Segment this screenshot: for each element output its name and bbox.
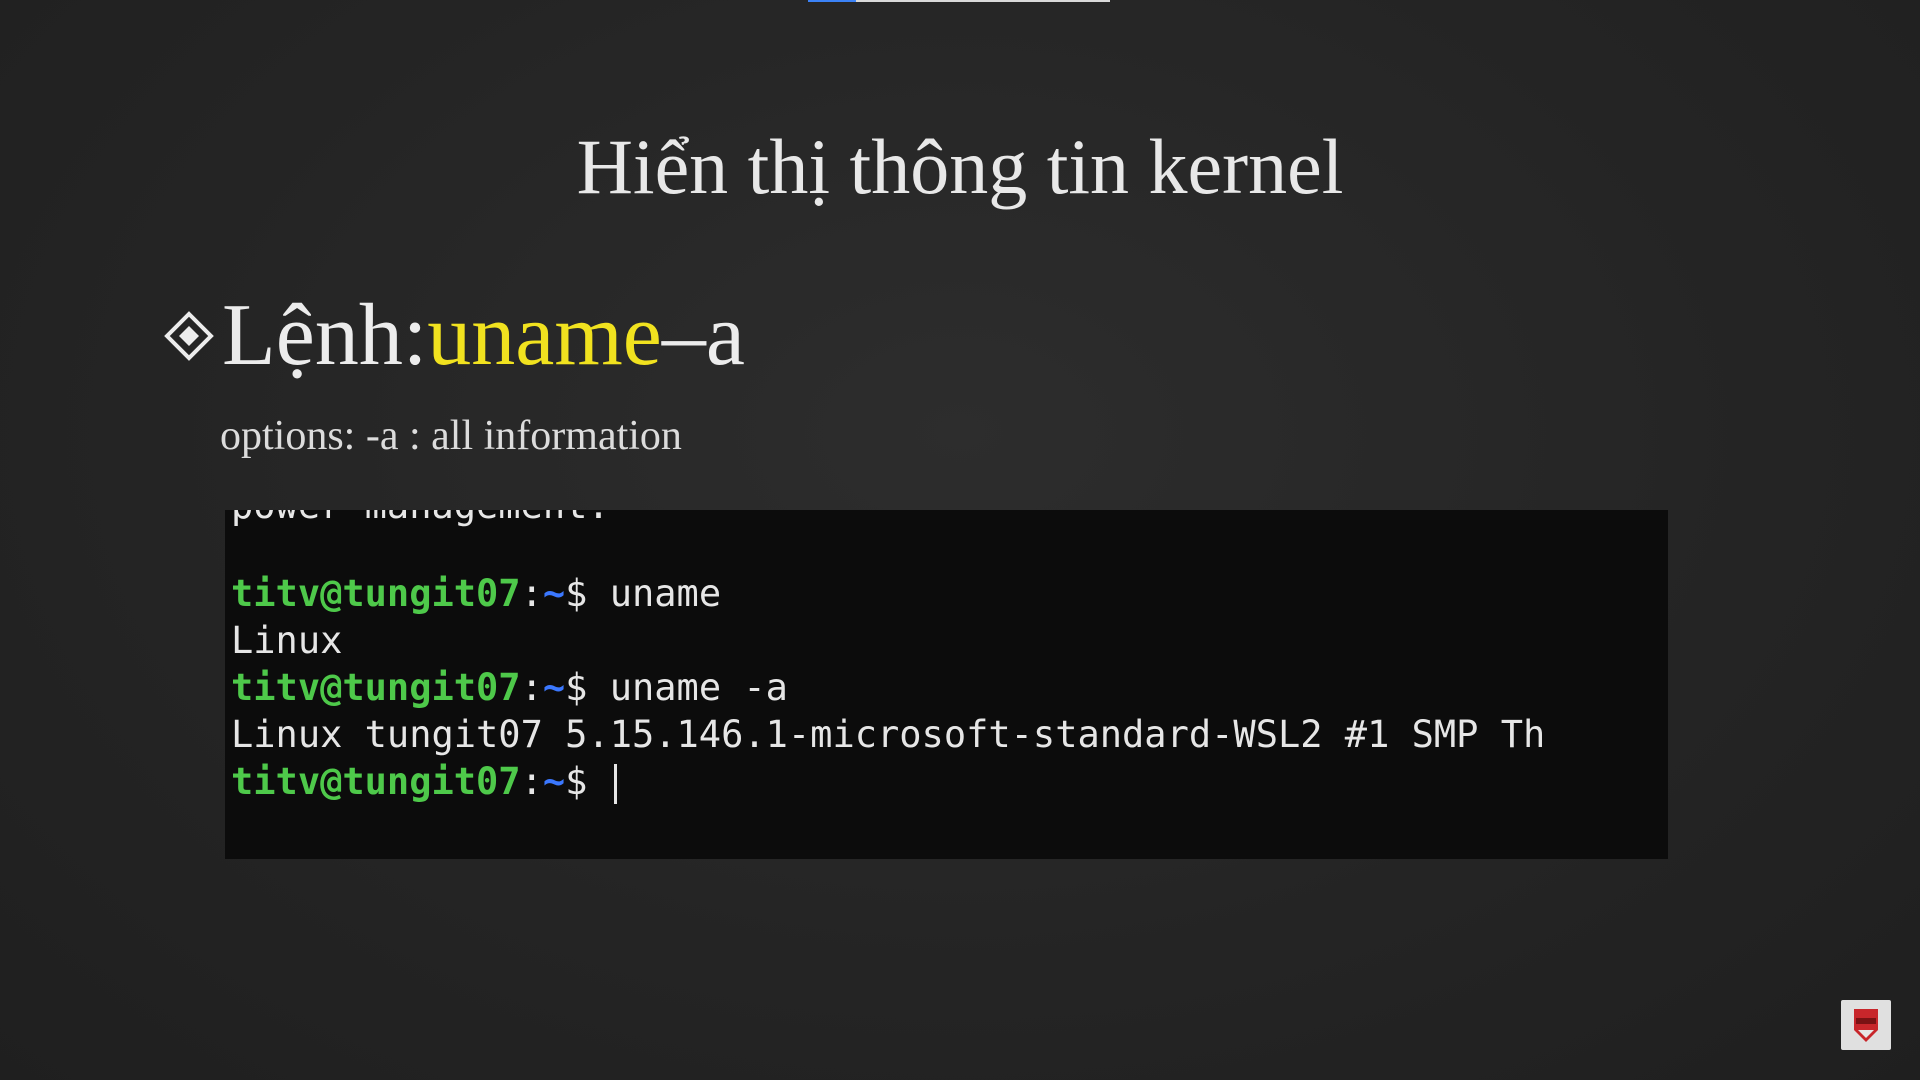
prompt-path: ~ xyxy=(542,572,566,615)
terminal-output-line: Linux xyxy=(231,619,343,662)
prompt-colon: : xyxy=(520,572,543,615)
prompt-user-host: titv@tungit07 xyxy=(231,666,521,709)
command-name: uname xyxy=(427,287,662,384)
prompt-user-host: titv@tungit07 xyxy=(231,572,521,615)
prompt-path: ~ xyxy=(542,666,566,709)
terminal-window[interactable]: power management: titv@tungit07:~$ uname… xyxy=(225,510,1668,859)
video-progress-bar[interactable] xyxy=(808,0,1110,2)
prompt-dollar: $ xyxy=(565,760,588,803)
prompt-user-host: titv@tungit07 xyxy=(231,760,521,803)
diamond-bullet-icon xyxy=(164,311,214,361)
terminal-command-line: titv@tungit07:~$ uname xyxy=(231,570,721,617)
terminal-command-line: titv@tungit07:~$ uname -a xyxy=(231,664,788,711)
terminal-command-line: titv@tungit07:~$ xyxy=(231,758,617,805)
command-flag: –a xyxy=(661,287,745,384)
command-bullet: Lệnh: uname –a xyxy=(164,288,745,384)
prompt-dollar: $ xyxy=(565,572,588,615)
prompt-path: ~ xyxy=(542,760,566,803)
prompt-colon: : xyxy=(520,760,543,803)
prompt-colon: : xyxy=(520,666,543,709)
terminal-output-line: Linux tungit07 5.15.146.1-microsoft-stan… xyxy=(231,713,1546,756)
command-text xyxy=(587,760,609,803)
channel-logo-icon xyxy=(1841,1000,1891,1050)
command-text: uname -a xyxy=(587,666,788,709)
terminal-cursor xyxy=(613,763,617,804)
command-text: uname xyxy=(587,572,722,615)
video-progress-fill xyxy=(808,0,857,2)
command-label: Lệnh: xyxy=(222,287,428,384)
prompt-dollar: $ xyxy=(565,666,588,709)
options-description: options: -a : all information xyxy=(220,413,682,459)
slide-title: Hiển thị thông tin kernel xyxy=(576,123,1344,210)
terminal-clipped-line: power management: xyxy=(231,510,610,529)
